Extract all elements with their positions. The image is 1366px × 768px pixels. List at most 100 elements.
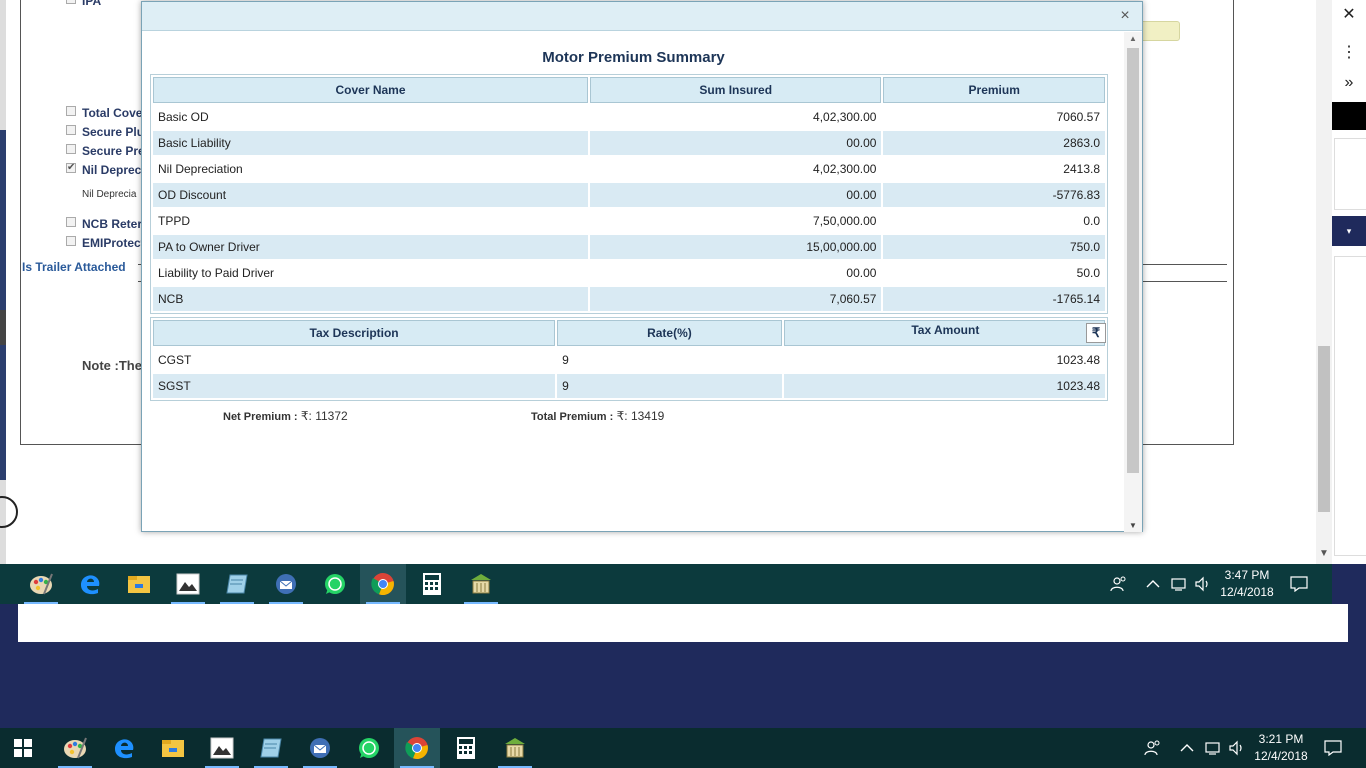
cover-name-cell: NCB — [153, 287, 589, 311]
premium-cell: 750.0 — [883, 235, 1105, 259]
left-edge-strip — [0, 0, 6, 564]
chevron-up-icon[interactable] — [1146, 564, 1160, 604]
modal-scrollbar-thumb[interactable] — [1127, 48, 1139, 473]
volume-icon[interactable] — [1228, 728, 1246, 768]
cover-name-cell: TPPD — [158, 214, 191, 228]
modal-body: Motor Premium Summary Cover Name Sum Ins… — [142, 32, 1125, 532]
page-scrollbar[interactable]: ▼ — [1316, 0, 1332, 564]
whatsapp-icon[interactable] — [346, 728, 392, 768]
total-premium-label: Total Premium : — [531, 411, 614, 423]
calculator-icon[interactable] — [409, 564, 455, 604]
checkbox-label: EMIProtect — [82, 236, 145, 250]
inner-clock-date: 12/4/2018 — [1220, 585, 1274, 599]
table-row: CGST 9 1023.48 — [153, 348, 1105, 372]
scroll-down-arrow-icon[interactable]: ▼ — [1319, 548, 1329, 559]
checkbox-label: Secure Pre — [82, 144, 145, 158]
sum-insured-cell: 7,50,000.00 — [813, 214, 877, 228]
cover-name-cell: Liability to Paid Driver — [158, 266, 275, 280]
table-row: SGST 9 1023.48 — [153, 374, 1105, 398]
action-center-icon[interactable] — [1324, 728, 1342, 768]
table-row: Basic OD 4,02,300.00 7060.57 — [153, 105, 1105, 129]
people-icon[interactable] — [1144, 728, 1162, 768]
photos-icon[interactable] — [165, 564, 211, 604]
trailer-attached-label: Is Trailer Attached — [22, 260, 126, 274]
scroll-down-arrow-icon[interactable]: ▼ — [1129, 521, 1137, 530]
table-row: Nil Depreciation 4,02,300.00 2413.8 — [153, 157, 1105, 181]
checkbox-label: Secure Plu — [82, 125, 145, 139]
table-row: Basic Liability 00.00 2863.0 — [153, 131, 1105, 155]
windows-start-icon[interactable] — [0, 728, 46, 768]
chrome-browser-icon[interactable] — [394, 728, 440, 768]
edge-browser-icon[interactable] — [67, 564, 113, 604]
table-row: PA to Owner Driver 15,00,000.00 750.0 — [153, 235, 1105, 259]
checkbox-total-cover[interactable] — [66, 106, 76, 116]
modal-titlebar: × — [142, 2, 1142, 31]
rupee-icon: ₹ — [1086, 323, 1106, 343]
checkbox-nil-depreciation[interactable]: ✔ — [66, 163, 76, 173]
chrome-browser-icon[interactable] — [360, 564, 406, 604]
column-header-premium: Premium — [883, 77, 1105, 103]
net-premium: Net Premium : ₹: 11372 — [223, 409, 348, 423]
people-icon[interactable] — [1110, 564, 1128, 604]
sum-insured-cell: 4,02,300.00 — [813, 162, 877, 176]
volume-icon[interactable] — [1194, 564, 1212, 604]
paint-app-icon[interactable] — [18, 564, 64, 604]
notepad-app-icon[interactable] — [248, 728, 294, 768]
close-window-icon[interactable]: ✕ — [1332, 4, 1366, 24]
checkbox-secure-premium[interactable] — [66, 144, 76, 154]
page-scrollbar-thumb[interactable] — [1318, 346, 1330, 512]
checkbox-ncb-retention[interactable] — [66, 217, 76, 227]
close-icon[interactable]: × — [1116, 7, 1134, 25]
sum-insured-cell: 15,00,000.00 — [590, 235, 882, 259]
inner-clock[interactable]: 3:47 PM 12/4/2018 — [1214, 567, 1280, 601]
browser-side-panel: ✕ ⋮ » ▾ — [1332, 0, 1366, 564]
checkbox-label: Nil Deprec — [82, 163, 142, 177]
accounting-app-icon[interactable] — [458, 564, 504, 604]
column-header-cover-name: Cover Name — [153, 77, 589, 103]
checkbox-secure-plus[interactable] — [66, 125, 76, 135]
table-row: NCB 7,060.57 -1765.14 — [153, 287, 1105, 311]
sum-insured-cell: 7,060.57 — [590, 287, 882, 311]
tax-amount-header-label: Tax Amount — [911, 323, 980, 337]
side-card — [1334, 256, 1366, 556]
action-center-icon[interactable] — [1290, 564, 1308, 604]
background-input-field[interactable] — [1140, 21, 1180, 41]
outer-clock-date: 12/4/2018 — [1254, 749, 1308, 763]
side-dropdown[interactable]: ▾ — [1332, 216, 1366, 246]
edge-browser-icon[interactable] — [101, 728, 147, 768]
premium-cell: 50.0 — [1076, 266, 1100, 280]
modal-scrollbar[interactable]: ▲ ▼ — [1124, 32, 1142, 532]
thunderbird-mail-icon[interactable] — [297, 728, 343, 768]
outer-clock[interactable]: 3:21 PM 12/4/2018 — [1248, 731, 1314, 765]
checkbox-ipa[interactable] — [66, 0, 76, 4]
checkbox-label: NCB Reter — [82, 217, 143, 231]
paint-app-icon[interactable] — [52, 728, 98, 768]
photos-icon[interactable] — [199, 728, 245, 768]
chevron-up-icon[interactable] — [1180, 728, 1194, 768]
premium-cell: 2413.8 — [1063, 162, 1100, 176]
circle-button[interactable] — [0, 496, 18, 528]
file-explorer-icon[interactable] — [116, 564, 162, 604]
thunderbird-mail-icon[interactable] — [263, 564, 309, 604]
scroll-up-arrow-icon[interactable]: ▲ — [1129, 34, 1137, 43]
expand-chevron-icon[interactable]: » — [1332, 74, 1366, 92]
file-explorer-icon[interactable] — [150, 728, 196, 768]
calculator-icon[interactable] — [443, 728, 489, 768]
note-label: Note :The — [82, 358, 142, 373]
accounting-app-icon[interactable] — [492, 728, 538, 768]
whatsapp-icon[interactable] — [312, 564, 358, 604]
notepad-app-icon[interactable] — [214, 564, 260, 604]
checkbox-emi-protect[interactable] — [66, 236, 76, 246]
net-premium-value: ₹: 11372 — [300, 409, 348, 423]
column-header-tax-amount: Tax Amount ₹ — [783, 320, 1106, 346]
outer-clock-time: 3:21 PM — [1258, 732, 1304, 746]
network-icon[interactable] — [1204, 728, 1222, 768]
menu-kebab-icon[interactable]: ⋮ — [1332, 42, 1366, 62]
sum-insured-cell: 4,02,300.00 — [813, 110, 877, 124]
cover-table: Cover Name Sum Insured Premium Basic OD … — [150, 74, 1108, 314]
network-icon[interactable] — [1170, 564, 1188, 604]
cover-name-cell: Nil Depreciation — [158, 162, 243, 176]
dropdown-arrow-icon: ▾ — [1346, 226, 1352, 236]
cover-name-cell: OD Discount — [153, 183, 589, 207]
remote-window-bottom — [18, 604, 1348, 642]
